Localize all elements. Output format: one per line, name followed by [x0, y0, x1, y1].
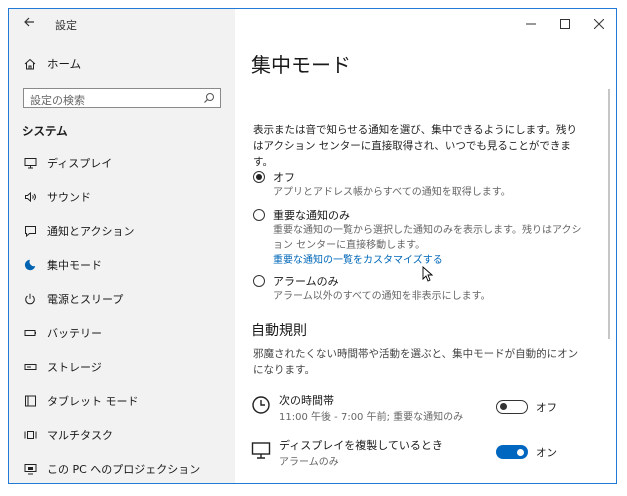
power-icon — [23, 292, 37, 306]
mouse-cursor-icon — [422, 266, 433, 282]
radio-button[interactable] — [253, 171, 265, 183]
moon-icon — [23, 258, 37, 272]
sidebar-item-label: バッテリー — [47, 327, 102, 340]
rule-toggle-state: オフ — [536, 402, 557, 414]
titlebar-left: 設定 — [9, 9, 235, 39]
back-button[interactable] — [19, 15, 39, 33]
sidebar: 設定 ホーム システム ディスプレイ サウンド 通知とアクション — [9, 9, 235, 483]
rule-subtitle: 11:00 午後 - 7:00 午前; 重要な通知のみ — [279, 412, 464, 423]
window-controls — [514, 9, 616, 39]
page-title: 集中モード — [251, 53, 351, 77]
scrollbar[interactable] — [608, 89, 610, 339]
automatic-rules-heading: 自動規則 — [251, 323, 307, 339]
option-name: オフ — [273, 171, 295, 184]
maximize-icon — [560, 19, 570, 29]
sidebar-item-power[interactable]: 電源とスリープ — [9, 282, 235, 316]
rule-toggle[interactable] — [496, 400, 528, 414]
close-icon — [594, 19, 604, 29]
back-arrow-icon — [24, 17, 34, 27]
page-description: 表示または音で知らせる通知を選び、集中できるようにします。残りはアクション セン… — [253, 124, 578, 168]
sidebar-item-label: この PC へのプロジェクション — [47, 463, 201, 476]
option-description: 重要な通知の一覧から選択した通知のみを表示します。残りはアクション センターに直… — [273, 225, 582, 251]
search-icon[interactable] — [203, 92, 215, 104]
sidebar-item-projection[interactable]: この PC へのプロジェクション — [9, 452, 235, 483]
option-name: 重要な通知のみ — [273, 209, 350, 222]
sidebar-item-label: ディスプレイ — [47, 157, 113, 170]
toggle-knob — [517, 449, 524, 456]
maximize-button[interactable] — [548, 9, 582, 39]
projection-icon — [23, 462, 37, 476]
storage-icon — [23, 360, 37, 374]
notification-icon — [23, 224, 37, 238]
option-name: アラームのみ — [273, 275, 339, 288]
toggle-knob — [500, 403, 507, 410]
sidebar-item-storage[interactable]: ストレージ — [9, 350, 235, 384]
speaker-icon — [23, 190, 37, 204]
minimize-icon — [526, 23, 536, 25]
battery-icon — [23, 326, 37, 340]
sidebar-item-label: 集中モード — [47, 259, 102, 272]
sidebar-item-battery[interactable]: バッテリー — [9, 316, 235, 350]
rule-title: ディスプレイを複製しているとき — [279, 439, 443, 452]
sidebar-item-multitasking[interactable]: マルチタスク — [9, 418, 235, 452]
option-off[interactable]: オフ アプリとアドレス帳からすべての通知を取得します。 — [253, 169, 583, 200]
rule-toggle-state: オン — [536, 447, 557, 459]
sidebar-item-tablet-mode[interactable]: タブレット モード — [9, 384, 235, 418]
minimize-button[interactable] — [514, 9, 548, 39]
rule-title: 次の時間帯 — [279, 394, 334, 407]
tablet-icon — [23, 394, 37, 408]
sidebar-item-sound[interactable]: サウンド — [9, 180, 235, 214]
close-button[interactable] — [582, 9, 616, 39]
section-title: システム — [22, 124, 68, 138]
sidebar-item-display[interactable]: ディスプレイ — [9, 146, 235, 180]
display-duplicate-icon — [251, 442, 271, 459]
sidebar-nav: ディスプレイ サウンド 通知とアクション 集中モード 電源とスリープ バッテリー — [9, 146, 235, 483]
sidebar-item-focus-assist[interactable]: 集中モード — [9, 248, 235, 282]
rule-toggle[interactable] — [496, 445, 528, 459]
automatic-rules-description: 邪魔されたくない時間帯や活動を選ぶと、集中モードが自動的にオンになります。 — [253, 348, 579, 376]
home-label: ホーム — [47, 57, 82, 71]
option-alarms-only[interactable]: アラームのみ アラーム以外のすべての通知を非表示にします。 — [253, 273, 583, 304]
rule-duplicating-display[interactable]: ディスプレイを複製しているとき アラームのみ オン — [251, 437, 591, 471]
option-description: アプリとアドレス帳からすべての通知を取得します。 — [273, 187, 511, 198]
radio-selected-dot — [256, 174, 262, 180]
option-priority-only[interactable]: 重要な通知のみ 重要な通知の一覧から選択した通知のみを表示します。残りはアクショ… — [253, 207, 583, 268]
sidebar-item-notifications[interactable]: 通知とアクション — [9, 214, 235, 248]
sidebar-item-label: タブレット モード — [47, 395, 139, 408]
main-content: 集中モード 表示または音で知らせる通知を選び、集中できるようにします。残りはアク… — [235, 9, 616, 483]
settings-window: 設定 ホーム システム ディスプレイ サウンド 通知とアクション — [8, 8, 617, 484]
rule-subtitle: アラームのみ — [279, 457, 339, 468]
clock-icon — [252, 396, 270, 414]
sidebar-item-label: 通知とアクション — [47, 225, 135, 238]
monitor-icon — [23, 156, 37, 170]
sidebar-item-label: マルチタスク — [47, 429, 113, 442]
radio-button[interactable] — [253, 275, 265, 287]
sidebar-item-label: 電源とスリープ — [47, 293, 124, 306]
radio-button[interactable] — [253, 209, 265, 221]
sidebar-item-home[interactable]: ホーム — [23, 56, 81, 72]
app-title: 設定 — [55, 19, 77, 32]
search-input[interactable] — [24, 91, 206, 110]
sidebar-item-label: サウンド — [47, 191, 91, 204]
rule-time-range[interactable]: 次の時間帯 11:00 午後 - 7:00 午前; 重要な通知のみ オフ — [251, 392, 591, 426]
option-description: アラーム以外のすべての通知を非表示にします。 — [273, 291, 491, 302]
sidebar-item-label: ストレージ — [47, 361, 102, 374]
multitask-icon — [23, 428, 37, 442]
settings-search[interactable] — [23, 88, 221, 110]
home-icon — [24, 58, 36, 70]
